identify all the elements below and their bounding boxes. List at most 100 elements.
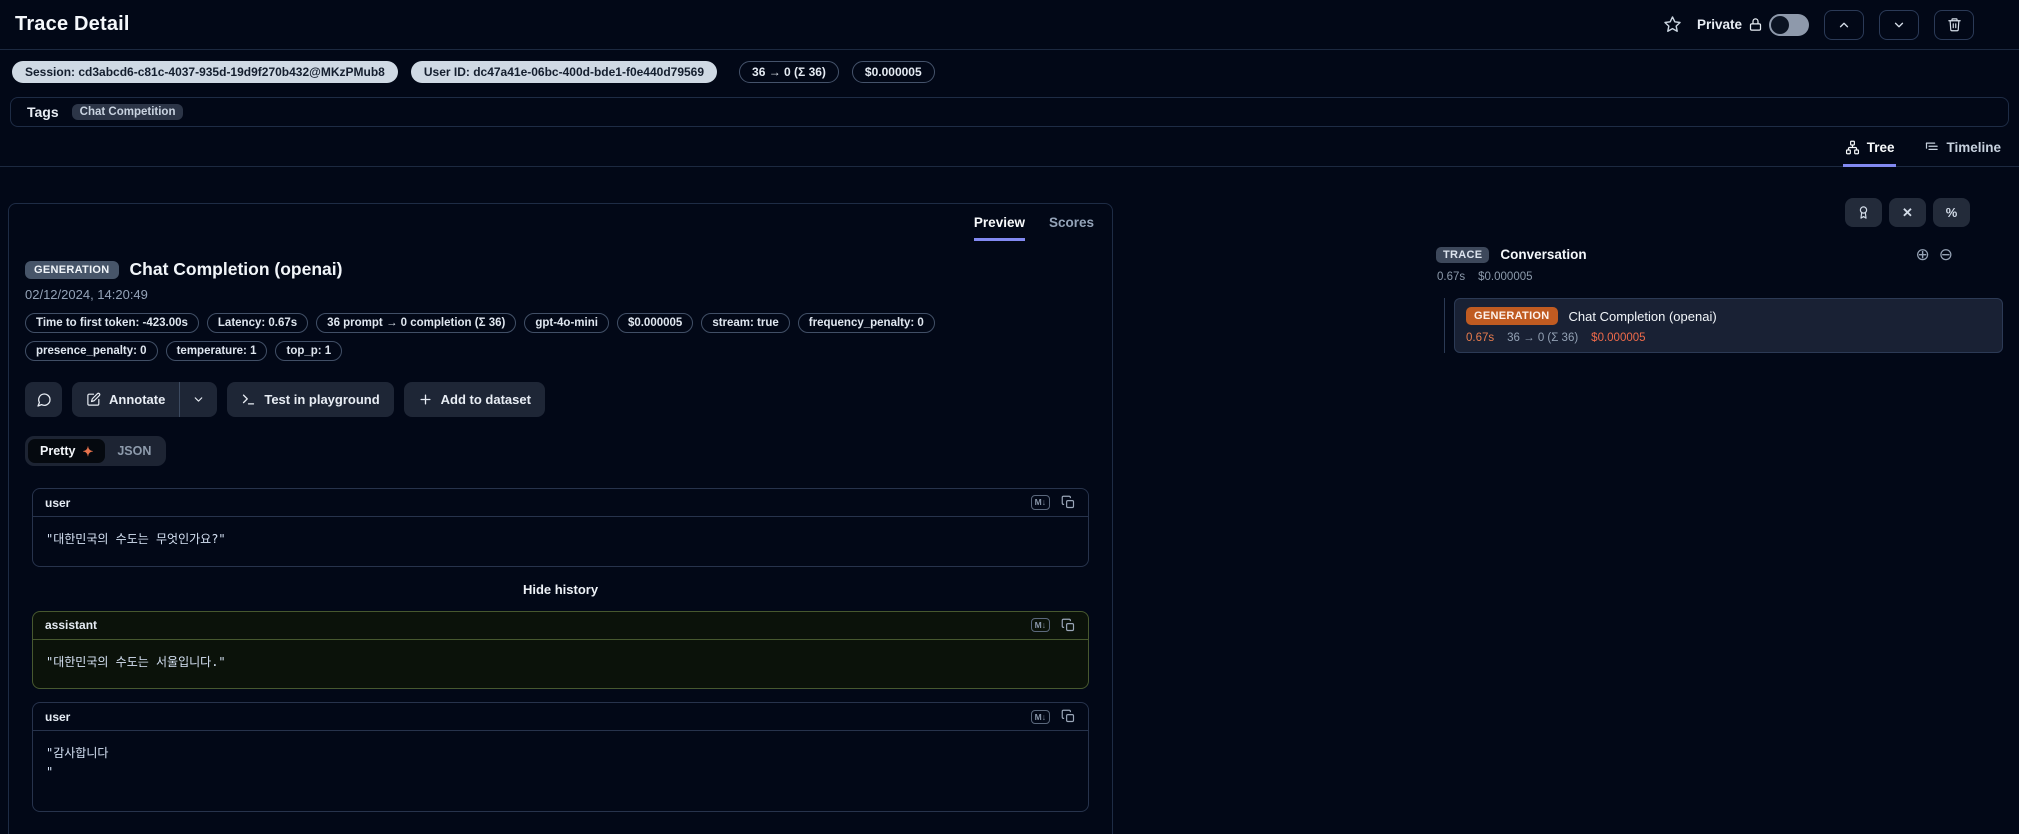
tab-timeline-label: Timeline xyxy=(1946,140,2001,155)
generation-name: Chat Completion (openai) xyxy=(1568,308,1717,324)
io-preview: user M↓ "대한민국의 수도는 무엇인가요?" Hide history … xyxy=(25,488,1096,813)
pill-latency: Latency: 0.67s xyxy=(206,313,309,333)
pill-temperature: temperature: 1 xyxy=(165,341,268,361)
privacy-label: Private xyxy=(1696,17,1742,32)
pill-frequency-penalty: frequency_penalty: 0 xyxy=(797,313,935,333)
observation-detail: GENERATION Chat Completion (openai) 02/1… xyxy=(9,241,1112,813)
observation-actions: Annotate Test in playground Add to datas… xyxy=(25,382,1096,417)
trace-type-badge: TRACE xyxy=(1436,246,1490,263)
session-badge[interactable]: Session: cd3abcd6-c81c-4037-935d-19d9f27… xyxy=(12,61,398,83)
observation-title: Chat Completion (openai) xyxy=(129,259,343,279)
sparkles-icon: ✦ xyxy=(82,443,94,459)
annotate-button[interactable]: Annotate xyxy=(72,382,180,417)
generation-cost: $0.000005 xyxy=(1591,332,1646,344)
message-tools: M↓ xyxy=(1030,618,1076,633)
tree-expand-controls: ⊕ ⊖ xyxy=(1916,246,1954,263)
show-scores-button[interactable] xyxy=(1845,198,1882,227)
format-toggle: Pretty ✦ JSON xyxy=(25,436,167,466)
trace-tree-panel: ✕ % TRACE Conversation ⊕ ⊖ 0.67s $0.0000… xyxy=(1432,178,2011,353)
main-area: Preview Scores GENERATION Chat Completio… xyxy=(0,178,2019,834)
playground-label: Test in playground xyxy=(264,392,380,407)
user-id-badge[interactable]: User ID: dc47a41e-06bc-400d-bde1-f0e440d… xyxy=(410,61,718,83)
test-in-playground-button[interactable]: Test in playground xyxy=(227,382,394,417)
pretty-label: Pretty xyxy=(40,444,76,458)
tags-bar[interactable]: Tags Chat Competition xyxy=(10,97,2009,127)
previous-trace-button[interactable] xyxy=(1824,9,1864,40)
copy-icon[interactable] xyxy=(1061,495,1076,510)
plus-icon xyxy=(418,392,433,407)
message-content: "감사합니다 " xyxy=(46,746,109,779)
message-header: assistant M↓ xyxy=(33,612,1088,640)
add-to-dataset-label: Add to dataset xyxy=(440,392,531,407)
markdown-toggle-icon[interactable]: M↓ xyxy=(1030,495,1050,510)
copy-icon[interactable] xyxy=(1061,618,1076,633)
annotate-label: Annotate xyxy=(109,392,166,407)
message-role: assistant xyxy=(45,618,98,633)
tags-label: Tags xyxy=(27,104,59,120)
annotate-dropdown-button[interactable] xyxy=(180,382,218,417)
page-title: Trace Detail xyxy=(15,13,130,35)
add-to-dataset-button[interactable]: Add to dataset xyxy=(403,382,545,417)
markdown-toggle-icon[interactable]: M↓ xyxy=(1030,618,1050,633)
page-header: Trace Detail Private xyxy=(0,0,2019,50)
next-trace-button[interactable] xyxy=(1879,9,1919,40)
tab-preview[interactable]: Preview xyxy=(973,215,1025,241)
generation-usage: 36 → 0 (Σ 36) xyxy=(1507,332,1579,344)
annotate-split-button: Annotate xyxy=(72,382,218,417)
tab-timeline[interactable]: Timeline xyxy=(1922,140,2003,167)
observation-type-badge: GENERATION xyxy=(25,260,119,279)
privacy-control: Private xyxy=(1696,13,1809,36)
tab-scores[interactable]: Scores xyxy=(1049,215,1094,241)
observation-timestamp: 02/12/2024, 14:20:49 xyxy=(25,287,148,302)
generation-metrics: 0.67s 36 → 0 (Σ 36) $0.000005 xyxy=(1466,332,1991,344)
hide-history-button[interactable]: Hide history xyxy=(32,582,1089,597)
message-user-2: user M↓ "감사합니다 " xyxy=(32,702,1089,813)
tree-panel-toolbar: ✕ % xyxy=(1432,198,2011,227)
usage-badge: 36 → 0 (Σ 36) xyxy=(739,61,839,83)
timeline-icon xyxy=(1924,140,1939,155)
collapse-all-button[interactable]: ✕ xyxy=(1889,198,1926,227)
observation-preview-card: Preview Scores GENERATION Chat Completio… xyxy=(8,203,1113,834)
trace-root-row[interactable]: TRACE Conversation ⊕ ⊖ xyxy=(1432,246,2011,263)
header-actions: Private xyxy=(1663,9,2004,40)
pill-time-to-first-token: Time to first token: -423.00s xyxy=(25,313,199,333)
message-assistant: assistant M↓ "대한민국의 수도는 서울입니다." xyxy=(32,610,1089,690)
comments-button[interactable] xyxy=(25,382,62,417)
lock-icon xyxy=(1748,17,1763,32)
pill-cost: $0.000005 xyxy=(616,313,694,333)
message-user-1: user M↓ "대한민국의 수도는 무엇인가요?" xyxy=(32,488,1089,567)
expand-all-icon[interactable]: ⊕ xyxy=(1916,246,1930,263)
pill-top-p: top_p: 1 xyxy=(275,341,343,361)
format-json-segment[interactable]: JSON xyxy=(105,439,163,463)
show-metrics-button[interactable]: % xyxy=(1933,198,1970,227)
pill-presence-penalty: presence_penalty: 0 xyxy=(25,341,158,361)
view-tabs: Tree Timeline xyxy=(0,140,2019,167)
message-tools: M↓ xyxy=(1030,709,1076,724)
collapse-all-icon[interactable]: ⊖ xyxy=(1939,246,1953,263)
tree-item-generation[interactable]: GENERATION Chat Completion (openai) 0.67… xyxy=(1454,298,2003,353)
terminal-icon xyxy=(241,392,256,407)
message-header: user M↓ xyxy=(33,703,1088,732)
tab-tree-label: Tree xyxy=(1866,140,1895,155)
comment-bubble-icon xyxy=(36,392,52,408)
markdown-toggle-icon[interactable]: M↓ xyxy=(1030,709,1050,724)
percent-icon: % xyxy=(1945,205,1958,220)
pill-token-usage: 36 prompt → 0 completion (Σ 36) xyxy=(316,313,517,333)
format-pretty-segment[interactable]: Pretty ✦ xyxy=(28,439,106,463)
privacy-toggle[interactable] xyxy=(1769,13,1809,36)
tree-children: GENERATION Chat Completion (openai) 0.67… xyxy=(1444,298,2011,353)
tag-chip[interactable]: Chat Competition xyxy=(71,104,184,120)
pen-edit-icon xyxy=(86,392,101,407)
message-tools: M↓ xyxy=(1030,495,1076,510)
tree-icon xyxy=(1845,140,1860,155)
delete-trace-button[interactable] xyxy=(1934,9,1974,40)
toggle-knob xyxy=(1771,15,1789,34)
message-content: "대한민국의 수도는 무엇인가요?" xyxy=(46,532,226,546)
copy-icon[interactable] xyxy=(1061,709,1076,724)
cost-badge: $0.000005 xyxy=(851,61,935,83)
trace-name: Conversation xyxy=(1500,247,1587,262)
tab-tree[interactable]: Tree xyxy=(1842,140,1897,167)
generation-latency: 0.67s xyxy=(1466,332,1495,344)
bookmark-star-icon[interactable] xyxy=(1663,15,1682,34)
json-label: JSON xyxy=(117,444,152,458)
